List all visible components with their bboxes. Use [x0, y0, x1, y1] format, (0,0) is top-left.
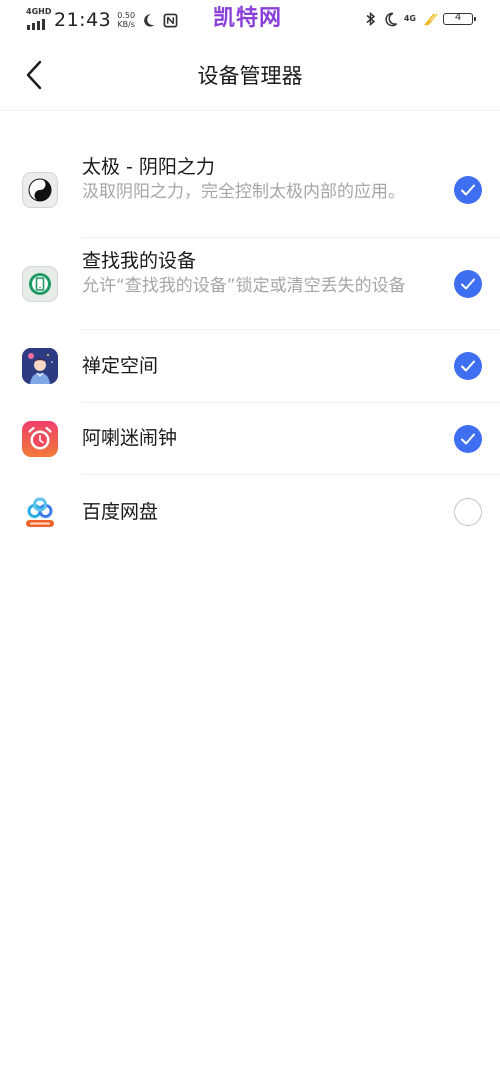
taichi-icon: [22, 172, 58, 208]
app-name: 百度网盘: [82, 501, 159, 523]
network-type-label: 4G: [403, 14, 416, 23]
check-icon: [461, 184, 475, 196]
status-bar: 4GHD 21:43 0.50 KB/s 凯特网 4G 4: [0, 0, 500, 40]
app-name: 阿喇迷闹钟: [82, 427, 178, 449]
app-text: 百度网盘: [82, 499, 422, 525]
enabled-checkbox[interactable]: [454, 352, 482, 380]
list-item[interactable]: 阿喇迷闹钟: [0, 403, 500, 475]
list-item[interactable]: 查找我的设备 允许“查找我的设备”锁定或清空丢失的设备: [0, 238, 500, 330]
app-text: 阿喇迷闹钟: [82, 425, 422, 451]
charging-icon: [423, 13, 438, 25]
check-icon: [461, 360, 475, 372]
moon-icon: [144, 13, 155, 27]
status-time: 21:43: [54, 9, 112, 31]
app-name: 太极 - 阴阳之力: [82, 156, 215, 178]
enabled-checkbox[interactable]: [454, 176, 482, 204]
app-description: 汲取阴阳之力，完全控制太极内部的应用。: [82, 182, 405, 202]
moon-icon: [385, 12, 397, 26]
page-header: 设备管理器: [0, 40, 500, 111]
check-icon: [461, 278, 475, 290]
enabled-checkbox[interactable]: [454, 425, 482, 453]
network-speed-value: 0.50: [117, 11, 136, 20]
status-bar-left: 4GHD 21:43 0.50 KB/s: [26, 6, 178, 34]
nfc-icon: [163, 13, 178, 27]
app-text: 禅定空间: [82, 353, 422, 379]
find-device-icon: [22, 266, 58, 302]
device-admin-list: 太极 - 阴阳之力 汲取阴阳之力，完全控制太极内部的应用。 查找我的设备 允许“…: [0, 146, 500, 549]
app-description: 允许“查找我的设备”锁定或清空丢失的设备: [82, 276, 406, 296]
page-title: 设备管理器: [197, 64, 303, 88]
enabled-checkbox[interactable]: [454, 270, 482, 298]
enabled-checkbox[interactable]: [454, 498, 482, 526]
list-item[interactable]: 太极 - 阴阳之力 汲取阴阳之力，完全控制太极内部的应用。: [0, 146, 500, 238]
alarm-clock-icon: [22, 421, 58, 457]
bluetooth-icon: [366, 11, 376, 27]
network-speed: 0.50 KB/s: [117, 11, 135, 29]
signal-icon: 4GHD: [26, 7, 52, 32]
battery-level: 4: [454, 12, 462, 23]
network-label: 4GHD: [26, 7, 52, 16]
status-bar-right: 4G 4: [359, 9, 476, 29]
list-item[interactable]: 百度网盘: [0, 475, 500, 549]
app-text: 太极 - 阴阳之力 汲取阴阳之力，完全控制太极内部的应用。: [82, 154, 422, 204]
app-text: 查找我的设备 允许“查找我的设备”锁定或清空丢失的设备: [82, 248, 422, 298]
baidu-netdisk-icon: [22, 494, 58, 530]
app-name: 查找我的设备: [82, 250, 197, 272]
list-item[interactable]: 禅定空间: [0, 330, 500, 403]
zen-space-icon: [22, 348, 58, 384]
check-icon: [461, 433, 475, 445]
battery-icon: 4: [443, 12, 476, 25]
carrier-brand: 凯特网: [213, 6, 283, 31]
app-name: 禅定空间: [82, 355, 159, 377]
network-speed-unit: KB/s: [117, 20, 135, 29]
